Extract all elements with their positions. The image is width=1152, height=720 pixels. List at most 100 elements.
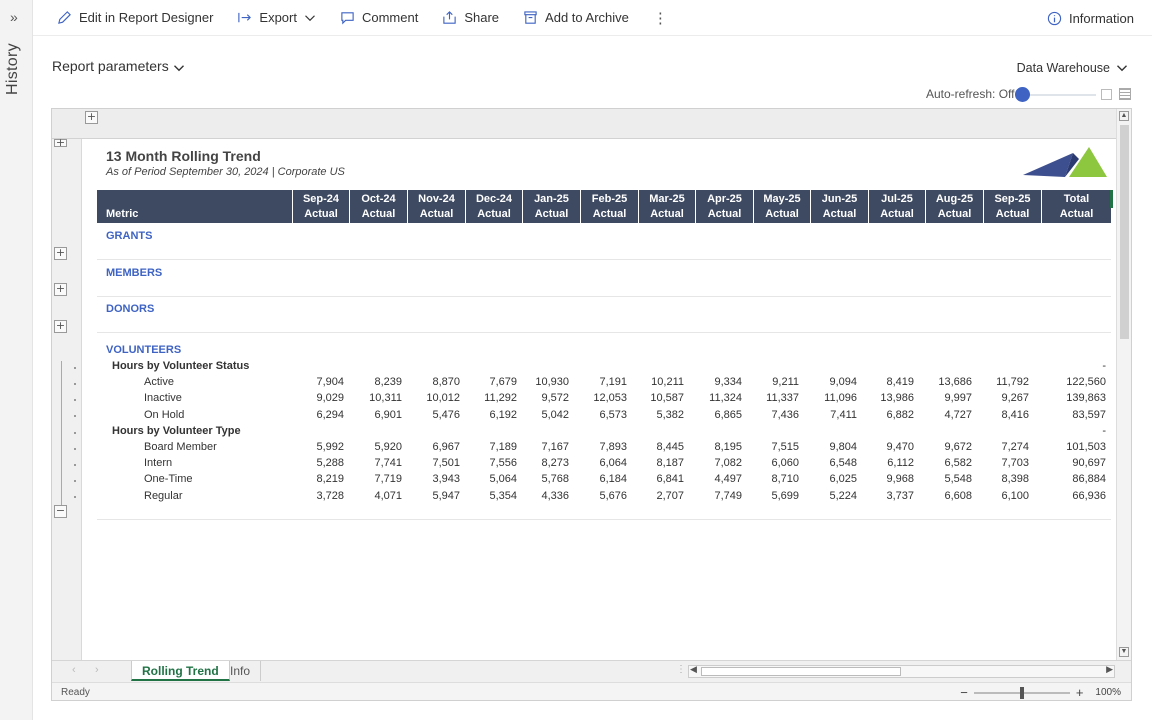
- cell-value[interactable]: 7,904: [284, 376, 344, 388]
- cell-value[interactable]: 7,679: [457, 376, 517, 388]
- cell-value[interactable]: 6,865: [682, 409, 742, 421]
- scroll-left-icon[interactable]: ◀: [690, 664, 697, 675]
- cell-value[interactable]: 8,419: [854, 376, 914, 388]
- scroll-right-icon[interactable]: ▶: [1106, 664, 1113, 675]
- cell-value[interactable]: 8,273: [509, 457, 569, 469]
- cell-value[interactable]: 9,470: [854, 441, 914, 453]
- auto-refresh-slider-track[interactable]: [1022, 94, 1096, 96]
- expand-donors-icon[interactable]: +: [54, 320, 67, 333]
- cell-value[interactable]: 4,071: [342, 490, 402, 502]
- cell-value[interactable]: 5,548: [912, 473, 972, 485]
- zoom-in-icon[interactable]: +: [1076, 685, 1084, 700]
- cell-value[interactable]: 10,587: [624, 392, 684, 404]
- cell-value[interactable]: 5,992: [284, 441, 344, 453]
- cell-value[interactable]: 6,064: [567, 457, 627, 469]
- tab-rolling-trend[interactable]: Rolling Trend: [131, 661, 230, 681]
- cell-value[interactable]: 9,267: [969, 392, 1029, 404]
- cell-value[interactable]: 8,416: [969, 409, 1029, 421]
- cell-value[interactable]: 6,901: [342, 409, 402, 421]
- cell-value[interactable]: 6,184: [567, 473, 627, 485]
- cell-value[interactable]: 11,792: [969, 376, 1029, 388]
- cell-value[interactable]: 7,189: [457, 441, 517, 453]
- expand-grants-icon[interactable]: +: [54, 247, 67, 260]
- cell-value[interactable]: 90,697: [1046, 457, 1106, 469]
- cell-value[interactable]: 7,556: [457, 457, 517, 469]
- cell-value[interactable]: 8,398: [969, 473, 1029, 485]
- cell-value[interactable]: 7,167: [509, 441, 569, 453]
- cell-value[interactable]: 5,947: [400, 490, 460, 502]
- cell-value[interactable]: 8,219: [284, 473, 344, 485]
- cell-value[interactable]: 6,841: [624, 473, 684, 485]
- prev-sheet-icon[interactable]: ‹: [72, 664, 76, 676]
- cell-value[interactable]: 6,100: [969, 490, 1029, 502]
- cell-value[interactable]: 3,943: [400, 473, 460, 485]
- cell-value[interactable]: 7,411: [797, 409, 857, 421]
- cell-value[interactable]: 6,112: [854, 457, 914, 469]
- cell-value[interactable]: 10,012: [400, 392, 460, 404]
- vertical-scroll-thumb[interactable]: [1120, 125, 1129, 339]
- cell-value[interactable]: 3,728: [284, 490, 344, 502]
- comment-button[interactable]: Comment: [340, 10, 418, 25]
- cell-value[interactable]: 6,548: [797, 457, 857, 469]
- cell-value[interactable]: 6,582: [912, 457, 972, 469]
- horizontal-scrollbar[interactable]: ◀ ▶: [688, 664, 1115, 678]
- cell-value[interactable]: 8,187: [624, 457, 684, 469]
- vertical-scrollbar[interactable]: ▲ ▼: [1116, 109, 1131, 660]
- scroll-down-icon[interactable]: ▼: [1119, 647, 1129, 657]
- cell-value[interactable]: 122,560: [1046, 376, 1106, 388]
- cell-value[interactable]: 9,211: [739, 376, 799, 388]
- cell-value[interactable]: 7,741: [342, 457, 402, 469]
- cell-value[interactable]: 9,572: [509, 392, 569, 404]
- cell-value[interactable]: 5,699: [739, 490, 799, 502]
- cell-value[interactable]: 4,497: [682, 473, 742, 485]
- cell-value[interactable]: 10,311: [342, 392, 402, 404]
- cell-value[interactable]: 7,274: [969, 441, 1029, 453]
- expand-chevron-icon[interactable]: »: [10, 9, 18, 25]
- tab-info[interactable]: Info: [220, 661, 262, 681]
- cell-value[interactable]: 13,986: [854, 392, 914, 404]
- expand-columns-icon[interactable]: +: [85, 111, 98, 124]
- cell-value[interactable]: 3,737: [854, 490, 914, 502]
- auto-refresh-slider-knob[interactable]: [1015, 87, 1030, 102]
- history-label[interactable]: History: [4, 43, 22, 95]
- cell-value[interactable]: 9,968: [854, 473, 914, 485]
- cell-value[interactable]: 7,515: [739, 441, 799, 453]
- cell-value[interactable]: 9,334: [682, 376, 742, 388]
- cell-value[interactable]: 5,676: [567, 490, 627, 502]
- cell-value[interactable]: 7,893: [567, 441, 627, 453]
- cell-value[interactable]: 8,870: [400, 376, 460, 388]
- cell-value[interactable]: 66,936: [1046, 490, 1106, 502]
- cell-value[interactable]: 5,042: [509, 409, 569, 421]
- cell-value[interactable]: -: [1046, 425, 1106, 437]
- add-to-archive-button[interactable]: Add to Archive: [523, 10, 629, 25]
- cell-value[interactable]: 9,094: [797, 376, 857, 388]
- cell-value[interactable]: 6,192: [457, 409, 517, 421]
- cell-value[interactable]: 8,445: [624, 441, 684, 453]
- cell-value[interactable]: 139,863: [1046, 392, 1106, 404]
- cell-value[interactable]: 6,060: [739, 457, 799, 469]
- cell-value[interactable]: 6,608: [912, 490, 972, 502]
- cell-value[interactable]: 7,749: [682, 490, 742, 502]
- cell-value[interactable]: 7,719: [342, 473, 402, 485]
- expand-members-icon[interactable]: +: [54, 283, 67, 296]
- cell-value[interactable]: 6,294: [284, 409, 344, 421]
- cell-value[interactable]: 83,597: [1046, 409, 1106, 421]
- cell-value[interactable]: 6,573: [567, 409, 627, 421]
- grid-view-icon[interactable]: [1119, 88, 1131, 100]
- cell-value[interactable]: 10,211: [624, 376, 684, 388]
- cell-value[interactable]: 4,336: [509, 490, 569, 502]
- cell-value[interactable]: -: [1046, 360, 1106, 372]
- cell-value[interactable]: 8,710: [739, 473, 799, 485]
- cell-value[interactable]: 12,053: [567, 392, 627, 404]
- edit-report-button[interactable]: Edit in Report Designer: [57, 10, 213, 25]
- cell-value[interactable]: 11,292: [457, 392, 517, 404]
- split-handle-icon[interactable]: ⋮: [676, 664, 686, 675]
- cell-value[interactable]: 5,382: [624, 409, 684, 421]
- export-button[interactable]: Export: [237, 10, 316, 25]
- zoom-out-icon[interactable]: −: [960, 685, 968, 700]
- cell-value[interactable]: 6,882: [854, 409, 914, 421]
- cell-value[interactable]: 9,029: [284, 392, 344, 404]
- cell-value[interactable]: 10,930: [509, 376, 569, 388]
- cell-value[interactable]: 2,707: [624, 490, 684, 502]
- cell-value[interactable]: 6,025: [797, 473, 857, 485]
